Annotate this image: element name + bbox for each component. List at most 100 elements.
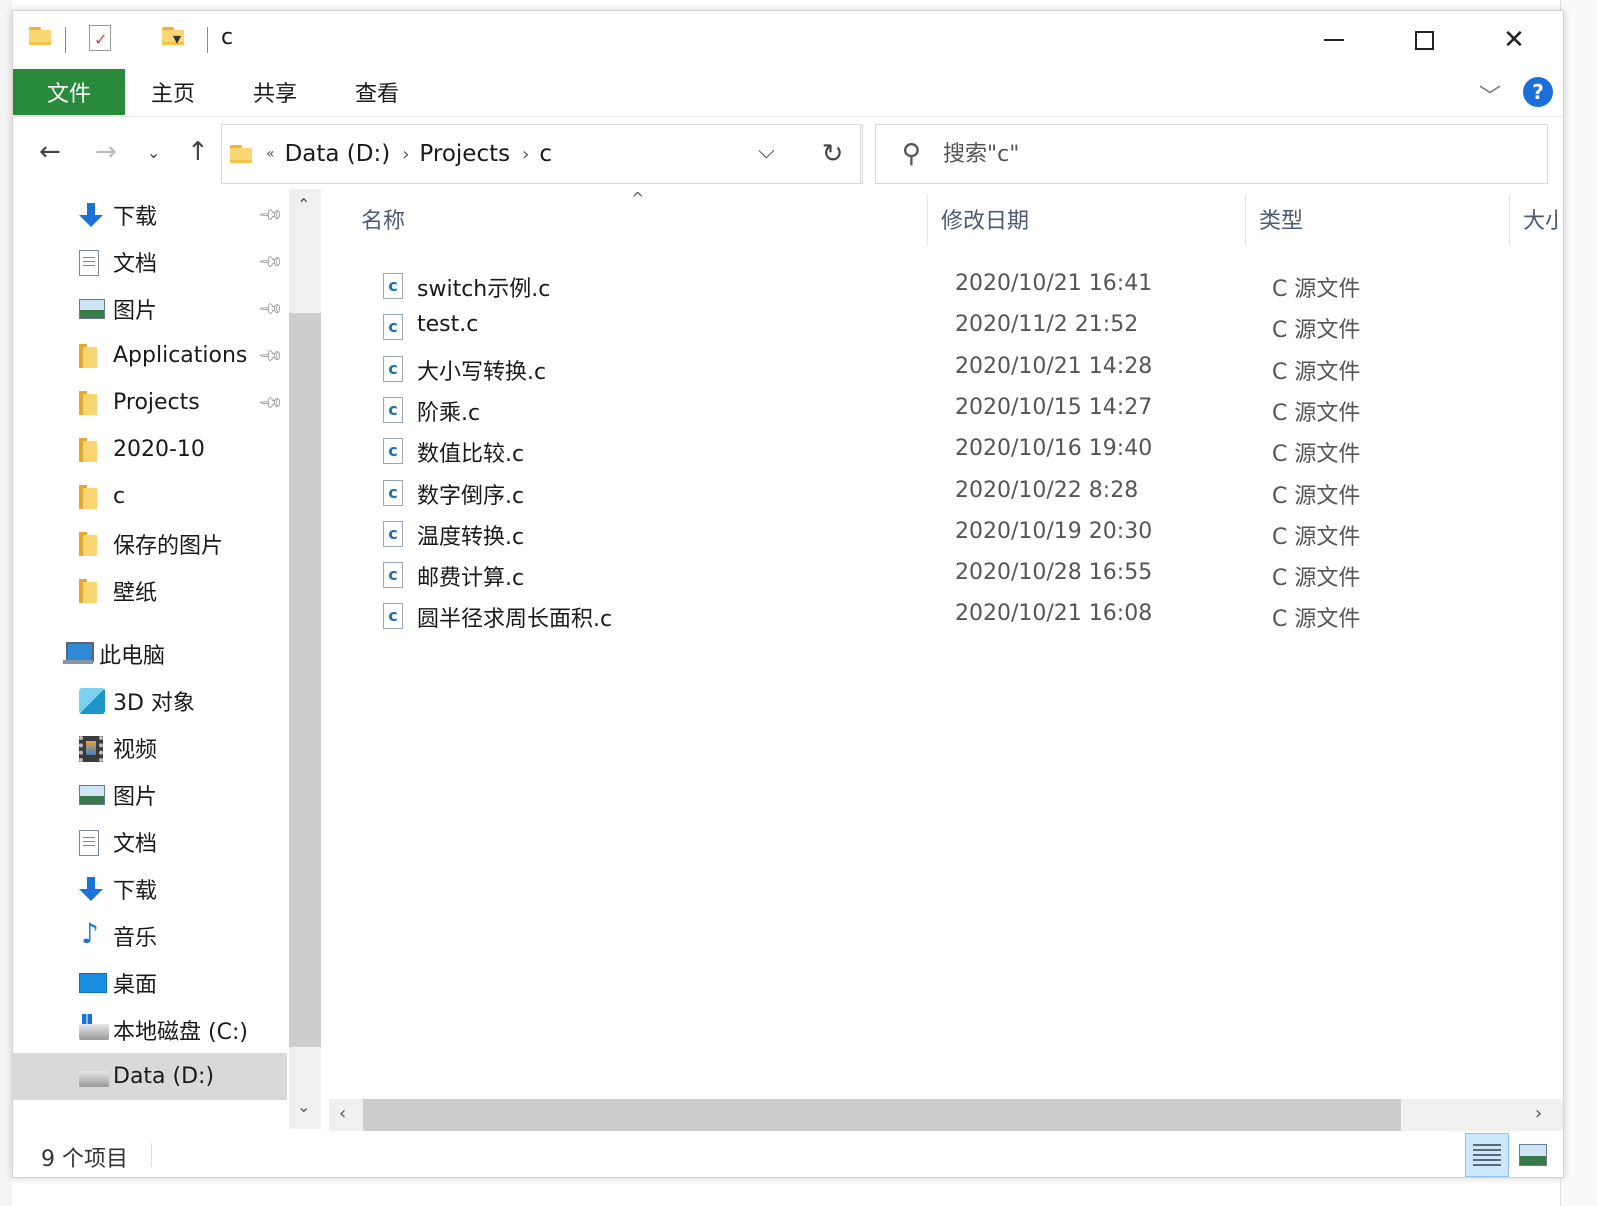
breadcrumb-chevron-icon[interactable]: ›	[522, 144, 529, 165]
c-source-file-icon: c	[383, 603, 403, 630]
address-dropdown-icon[interactable]: ⌵	[758, 139, 775, 164]
title-bar[interactable]: ✓ ▾ c ✕	[13, 11, 1563, 69]
file-row[interactable]: c 数字倒序.c 2020/10/22 8:28 C 源文件	[359, 472, 1559, 513]
file-row[interactable]: c 阶乘.c 2020/10/15 14:27 C 源文件	[359, 389, 1559, 430]
breadcrumb-chevron-icon[interactable]: ›	[402, 144, 409, 165]
close-icon: ✕	[1503, 25, 1525, 55]
nav-item-music[interactable]: ♪ 音乐	[13, 912, 287, 959]
nav-item-documents-pc[interactable]: 文档	[13, 818, 287, 865]
nav-item-projects[interactable]: Projects 📌︎	[13, 379, 287, 426]
nav-item-2020-10[interactable]: 2020-10	[13, 426, 287, 473]
back-arrow-icon[interactable]: ←	[39, 137, 61, 167]
pin-icon[interactable]: 📌︎	[257, 295, 285, 323]
horizontal-scrollbar[interactable]: ‹ ›	[329, 1099, 1563, 1131]
document-icon	[79, 830, 99, 856]
nav-item-downloads[interactable]: 下载 📌︎	[13, 191, 287, 238]
file-row[interactable]: c 圆半径求周长面积.c 2020/10/21 16:08 C 源文件	[359, 595, 1559, 636]
file-row[interactable]: c 温度转换.c 2020/10/19 20:30 C 源文件	[359, 513, 1559, 554]
column-header-size[interactable]: 大小	[1523, 203, 1557, 235]
folder-icon	[79, 391, 99, 415]
pin-icon[interactable]: 📌︎	[257, 342, 285, 370]
file-row[interactable]: c 数值比较.c 2020/10/16 19:40 C 源文件	[359, 430, 1559, 471]
pin-icon[interactable]: 📌︎	[257, 248, 285, 276]
sort-ascending-icon: ^	[631, 189, 645, 208]
item-count: 9 个项目	[41, 1147, 128, 1172]
download-icon	[79, 203, 103, 229]
breadcrumb-projects[interactable]: Projects	[419, 141, 510, 167]
download-icon	[79, 877, 103, 903]
search-box[interactable]: ⚲	[875, 124, 1548, 184]
c-source-file-icon: c	[383, 314, 403, 341]
close-button[interactable]: ✕	[1469, 11, 1559, 69]
file-type: C 源文件	[1272, 483, 1361, 509]
customize-toolbar-icon[interactable]: ▾	[173, 29, 181, 48]
scrollbar-thumb[interactable]	[289, 313, 321, 1047]
address-bar[interactable]: « Data (D:) › Projects › c ⌵	[221, 124, 861, 184]
nav-item-c[interactable]: c	[13, 473, 287, 520]
column-divider[interactable]	[927, 195, 928, 245]
pin-icon[interactable]: 📌︎	[257, 389, 285, 417]
breadcrumb-data-drive[interactable]: Data (D:)	[285, 141, 391, 167]
expand-ribbon-icon[interactable]: ﹀	[1479, 79, 1501, 111]
file-row[interactable]: c 邮费计算.c 2020/10/28 16:55 C 源文件	[359, 554, 1559, 595]
file-row[interactable]: c 大小写转换.c 2020/10/21 14:28 C 源文件	[359, 348, 1559, 389]
nav-item-desktop[interactable]: 桌面	[13, 959, 287, 1006]
scroll-left-icon[interactable]: ‹	[339, 1103, 346, 1124]
nav-item-local-disk-c[interactable]: 本地磁盘 (C:)	[13, 1006, 287, 1053]
scroll-up-icon[interactable]: ⌃	[297, 195, 310, 214]
scroll-down-icon[interactable]: ⌄	[297, 1097, 310, 1116]
nav-item-data-d[interactable]: Data (D:)	[13, 1053, 287, 1100]
nav-item-label: 桌面	[113, 972, 158, 998]
nav-item-3d-objects[interactable]: 3D 对象	[13, 677, 287, 724]
nav-item-label: 本地磁盘 (C:)	[113, 1019, 248, 1045]
nav-pane-scrollbar[interactable]: ⌃ ⌄	[289, 189, 321, 1129]
properties-icon[interactable]: ✓	[89, 25, 111, 51]
nav-item-pictures[interactable]: 图片 📌︎	[13, 285, 287, 332]
pin-icon[interactable]: 📌︎	[257, 201, 285, 229]
column-header-name[interactable]: 名称	[361, 203, 405, 235]
column-header-date[interactable]: 修改日期	[941, 203, 1029, 235]
tab-view[interactable]: 查看	[355, 69, 399, 115]
nav-item-pictures-pc[interactable]: 图片	[13, 771, 287, 818]
file-type: C 源文件	[1272, 400, 1361, 426]
file-modified-date: 2020/10/21 14:28	[955, 353, 1153, 379]
column-header-type[interactable]: 类型	[1259, 203, 1303, 235]
nav-item-wallpaper[interactable]: 壁纸	[13, 567, 287, 614]
search-input[interactable]	[943, 141, 1504, 167]
column-divider[interactable]	[1509, 195, 1510, 245]
recent-locations-chevron-icon[interactable]: ⌄	[147, 143, 160, 162]
navigation-bar: ← → ⌄ ↑ « Data (D:) › Projects › c ⌵ ↻ ⚲	[13, 123, 1563, 187]
refresh-button[interactable]: ↻	[803, 124, 863, 184]
file-modified-date: 2020/10/28 16:55	[955, 560, 1153, 586]
file-row[interactable]: c switch示例.c 2020/10/21 16:41 C 源文件	[359, 265, 1559, 306]
file-modified-date: 2020/10/21 16:08	[955, 601, 1153, 627]
tab-share[interactable]: 共享	[253, 69, 297, 115]
help-button[interactable]: ?	[1523, 77, 1553, 107]
music-icon: ♪	[81, 917, 99, 950]
file-type: C 源文件	[1272, 277, 1361, 302]
nav-item-videos[interactable]: 视频	[13, 724, 287, 771]
breadcrumb-c[interactable]: c	[539, 141, 552, 167]
details-view-button[interactable]	[1465, 1133, 1509, 1177]
scrollbar-thumb[interactable]	[363, 1099, 1401, 1131]
nav-item-applications[interactable]: Applications 📌︎	[13, 332, 287, 379]
nav-item-documents[interactable]: 文档 📌︎	[13, 238, 287, 285]
file-name: 温度转换.c	[417, 524, 525, 550]
nav-item-this-pc[interactable]: 此电脑	[13, 630, 287, 677]
nav-item-downloads-pc[interactable]: 下载	[13, 865, 287, 912]
status-bar: 9 个项目	[13, 1131, 1563, 1177]
file-row[interactable]: c test.c 2020/11/2 21:52 C 源文件	[359, 306, 1559, 347]
up-arrow-icon[interactable]: ↑	[187, 137, 209, 167]
file-list: ^ 名称 修改日期 类型 大小 c switch示例.c 2020/10/21 16…	[329, 189, 1563, 1099]
address-overflow-icon[interactable]: «	[266, 146, 275, 162]
tab-file[interactable]: 文件	[13, 69, 125, 115]
column-divider[interactable]	[1245, 195, 1246, 245]
maximize-button[interactable]	[1379, 11, 1469, 69]
document-icon	[79, 250, 99, 276]
forward-arrow-icon[interactable]: →	[95, 137, 117, 167]
tab-home[interactable]: 主页	[151, 69, 195, 115]
scroll-right-icon[interactable]: ›	[1535, 1103, 1542, 1124]
nav-item-saved-pictures[interactable]: 保存的图片	[13, 520, 287, 567]
minimize-button[interactable]	[1289, 11, 1379, 69]
large-icons-view-button[interactable]	[1511, 1133, 1555, 1177]
